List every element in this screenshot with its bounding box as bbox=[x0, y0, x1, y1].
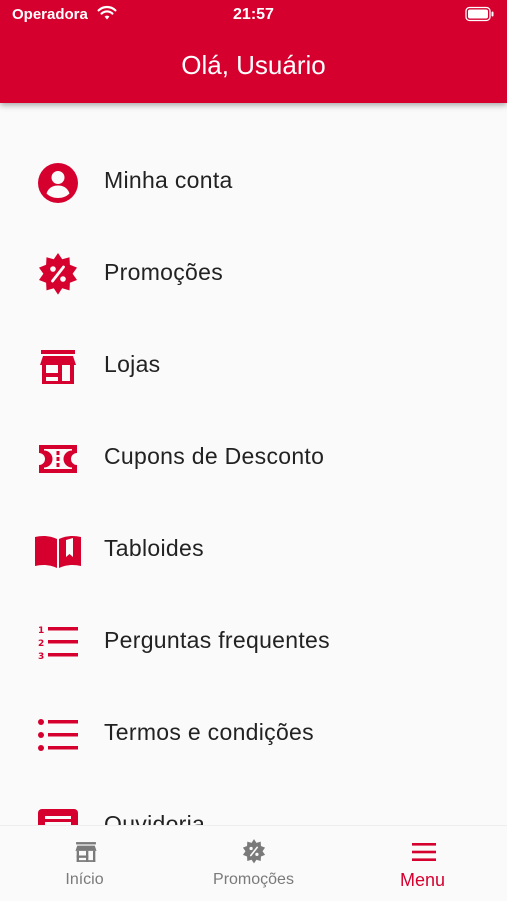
menu-list: Minha conta Promoções Lojas Cupons de De… bbox=[0, 103, 507, 825]
menu-item-label: Minha conta bbox=[104, 167, 233, 193]
discount-badge-icon bbox=[34, 251, 82, 299]
svg-text:3: 3 bbox=[38, 652, 44, 662]
numbered-list-icon: 1 2 3 bbox=[34, 619, 82, 667]
account-circle-icon bbox=[34, 159, 82, 207]
menu-item-label: Lojas bbox=[104, 351, 161, 377]
app-header: Operadora 21:57 Olá, Usuário bbox=[0, 0, 507, 103]
bulleted-list-icon bbox=[34, 711, 82, 759]
svg-text:1: 1 bbox=[38, 626, 44, 636]
tab-label: Promoções bbox=[213, 871, 294, 888]
svg-text:2: 2 bbox=[38, 639, 44, 649]
store-icon bbox=[71, 838, 101, 868]
menu-item-perguntas-frequentes[interactable]: 1 2 3 Perguntas frequentes bbox=[0, 597, 507, 689]
menu-item-minha-conta[interactable]: Minha conta bbox=[0, 137, 507, 229]
open-book-icon bbox=[34, 527, 82, 575]
menu-item-label: Ouvidoria bbox=[104, 811, 206, 825]
menu-item-label: Promoções bbox=[104, 259, 224, 285]
tab-promocoes[interactable]: Promoções bbox=[169, 826, 338, 901]
status-time: 21:57 bbox=[233, 6, 274, 23]
menu-item-label: Tabloides bbox=[104, 535, 204, 561]
discount-badge-icon bbox=[239, 838, 269, 868]
tab-inicio[interactable]: Início bbox=[0, 826, 169, 901]
tab-label: Menu bbox=[399, 870, 446, 890]
page-title: Olá, Usuário bbox=[181, 50, 326, 80]
menu-item-promocoes[interactable]: Promoções bbox=[0, 229, 507, 321]
menu-item-tabloides[interactable]: Tabloides bbox=[0, 505, 507, 597]
feedback-form-icon bbox=[34, 803, 82, 825]
tab-label: Início bbox=[65, 871, 104, 888]
bottom-tab-bar: Início Promoções Menu bbox=[0, 825, 507, 901]
menu-item-lojas[interactable]: Lojas bbox=[0, 321, 507, 413]
menu-item-ouvidoria[interactable]: Ouvidoria bbox=[0, 781, 507, 825]
battery-icon bbox=[465, 6, 495, 27]
coupon-ticket-icon bbox=[34, 435, 82, 483]
menu-item-label: Perguntas frequentes bbox=[104, 627, 330, 653]
hamburger-menu-icon bbox=[409, 838, 439, 868]
store-icon bbox=[34, 343, 82, 391]
menu-item-cupons-de-desconto[interactable]: Cupons de Desconto bbox=[0, 413, 507, 505]
menu-item-termos-e-condicoes[interactable]: Termos e condições bbox=[0, 689, 507, 781]
status-bar: Operadora 21:57 bbox=[0, 0, 507, 30]
menu-item-label: Cupons de Desconto bbox=[104, 443, 325, 469]
menu-item-label: Termos e condições bbox=[104, 719, 314, 745]
tab-menu[interactable]: Menu bbox=[338, 826, 507, 901]
